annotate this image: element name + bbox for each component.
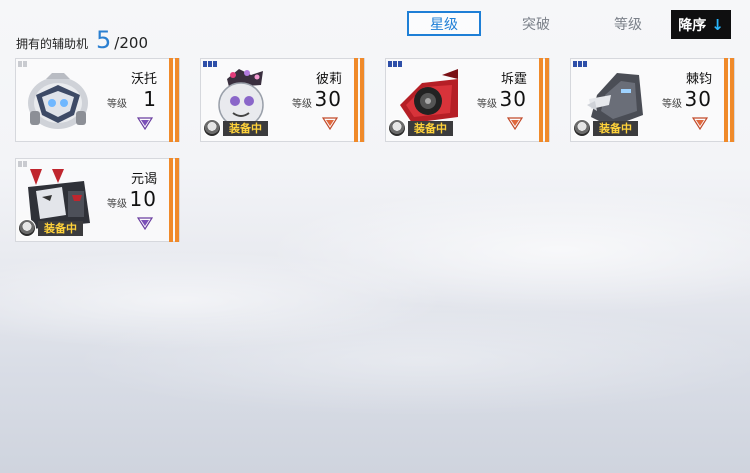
- unit-card-bili[interactable]: 装备中 彼莉 等级 30: [200, 58, 365, 142]
- rarity-stripe: [720, 58, 734, 142]
- sort-order-button[interactable]: 降序 ↓: [671, 10, 731, 39]
- level-value: 1: [143, 87, 157, 111]
- pilot-avatar: [18, 219, 36, 237]
- equipped-badge: 装备中: [388, 119, 460, 137]
- level-value: 30: [314, 87, 342, 111]
- unit-card-yuanye[interactable]: 装备中 元谒 等级 10: [15, 158, 180, 242]
- level-value: 10: [129, 187, 157, 211]
- sort-tabs: 星级 突破 等级: [407, 11, 683, 36]
- sort-order-label: 降序: [678, 17, 707, 34]
- equipped-badge: 装备中: [203, 119, 275, 137]
- unit-name: 元谒: [130, 172, 157, 187]
- owned-label: 拥有的辅助机: [16, 37, 89, 51]
- owned-total: /200: [114, 34, 148, 52]
- tab-breakthrough[interactable]: 突破: [499, 11, 573, 36]
- pilot-avatar: [203, 119, 221, 137]
- level-label: 等级: [107, 99, 127, 110]
- unit-name: 沃托: [130, 72, 157, 87]
- equipped-badge: 装备中: [573, 119, 645, 137]
- owned-counter: 拥有的辅助机 5 /200: [16, 26, 148, 54]
- unit-card-jijun[interactable]: 装备中 棘钧 等级 30: [570, 58, 735, 142]
- arrow-down-icon: ↓: [711, 15, 724, 34]
- rarity-stripe: [535, 58, 549, 142]
- unit-name: 棘钧: [685, 72, 712, 87]
- equipped-label: 装备中: [38, 220, 83, 236]
- equipped-label: 装备中: [593, 120, 638, 136]
- rank-chevron-icon: [322, 117, 338, 130]
- rarity-stripe: [165, 58, 179, 142]
- tab-star[interactable]: 星级: [407, 11, 481, 36]
- rarity-stripe: [350, 58, 364, 142]
- level-label: 等级: [107, 199, 127, 210]
- unit-card-cheting[interactable]: 装备中 坼霆 等级 30: [385, 58, 550, 142]
- equipped-label: 装备中: [408, 120, 453, 136]
- level-value: 30: [499, 87, 527, 111]
- pilot-avatar: [573, 119, 591, 137]
- level-label: 等级: [292, 99, 312, 110]
- owned-count: 5: [96, 26, 112, 54]
- rank-chevron-icon: [507, 117, 523, 130]
- rank-chevron-icon: [692, 117, 708, 130]
- unit-name: 彼莉: [315, 72, 342, 87]
- unit-name: 坼霆: [500, 72, 527, 87]
- rank-chevron-icon: [137, 217, 153, 230]
- unit-card-woto[interactable]: 沃托 等级 1: [15, 58, 180, 142]
- level-value: 30: [684, 87, 712, 111]
- woto-portrait: [28, 73, 88, 129]
- level-label: 等级: [662, 99, 682, 110]
- level-label: 等级: [477, 99, 497, 110]
- equipped-badge: 装备中: [18, 219, 90, 237]
- pilot-avatar: [388, 119, 406, 137]
- equipped-label: 装备中: [223, 120, 268, 136]
- rank-chevron-icon: [137, 117, 153, 130]
- rarity-stripe: [165, 158, 179, 242]
- tab-level[interactable]: 等级: [591, 11, 665, 36]
